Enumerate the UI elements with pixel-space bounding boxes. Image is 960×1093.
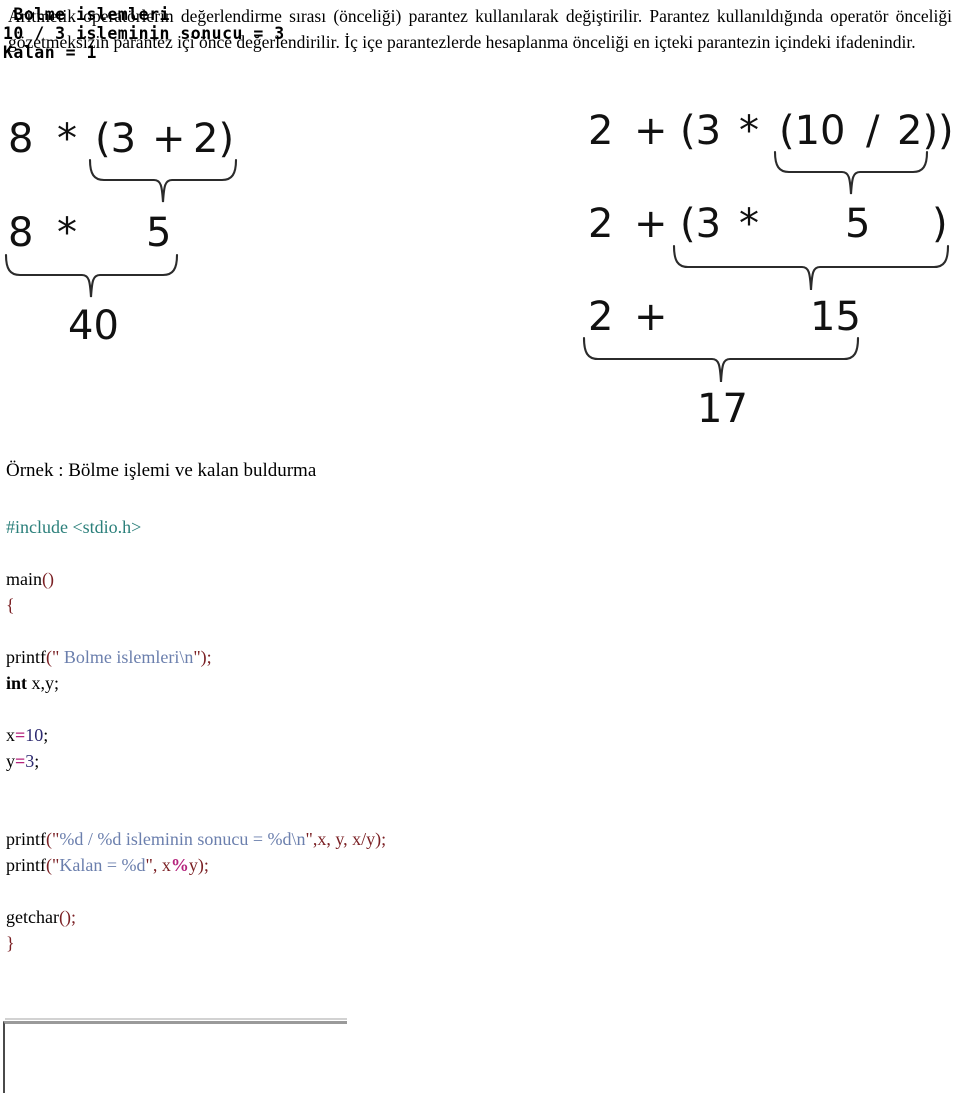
code-line: { — [6, 592, 706, 618]
left-brace-2 — [4, 253, 179, 298]
console-line: Kalan = 1 — [3, 43, 97, 62]
left-r1-t1: * — [57, 116, 77, 162]
right-brace-1 — [773, 150, 929, 195]
code-token: Bolme islemleri\n — [59, 647, 194, 667]
left-r2-t1: * — [57, 210, 77, 256]
left-r1-t0: 8 — [8, 116, 34, 162]
right-r2-t3: * — [739, 201, 759, 247]
left-r1-t3: + — [152, 116, 186, 162]
code-token: 10 — [25, 725, 44, 745]
code-line: getchar(); — [6, 904, 706, 930]
right-r2-t5: ) — [932, 201, 948, 247]
code-line: #include <stdio.h> — [6, 514, 706, 540]
code-token: } — [6, 933, 15, 953]
right-r2-t2: (3 — [680, 201, 722, 247]
code-token: ", x — [145, 855, 171, 875]
code-line: printf("%d / %d isleminin sonucu = %d\n"… — [6, 826, 706, 852]
code-token: (" — [46, 647, 60, 667]
code-token: int — [6, 673, 28, 693]
code-token: (" — [46, 829, 60, 849]
code-line: x=10; — [6, 722, 706, 748]
left-r1-t4: 2) — [193, 116, 235, 162]
code-token: #include <stdio.h> — [6, 517, 142, 537]
right-r2-t0: 2 — [588, 201, 614, 247]
code-token: x,y; — [27, 673, 60, 693]
code-token: % — [170, 855, 189, 875]
right-r1-t0: 2 — [588, 108, 614, 154]
code-token: { — [6, 595, 15, 615]
left-r2-t2: 5 — [146, 210, 172, 256]
code-token: ; — [43, 725, 49, 745]
code-token: = — [15, 751, 26, 771]
code-line: int x,y; — [6, 670, 706, 696]
right-r1-t2: (3 — [680, 108, 722, 154]
code-line: } — [6, 930, 706, 956]
code-token: (" — [46, 855, 60, 875]
code-token: "); — [193, 647, 212, 667]
code-token: ; — [34, 751, 40, 771]
right-r1-t4: (10 — [779, 108, 846, 154]
code-line: printf(" Bolme islemleri\n"); — [6, 644, 706, 670]
c-source-code-block: #include <stdio.h> main(){ printf(" Bolm… — [6, 514, 706, 956]
code-token: ",x, y, x/y); — [305, 829, 387, 849]
right-brace-3 — [582, 336, 860, 383]
code-token: = — [15, 725, 26, 745]
console-line: Bolme islemleri — [3, 5, 170, 24]
right-r2-t1: + — [634, 201, 668, 247]
console-output-text: Bolme islemleri 10 / 3 isleminin sonucu =… — [3, 5, 643, 62]
left-r1-t2: (3 — [95, 116, 137, 162]
left-brace-1 — [88, 158, 238, 203]
right-r1-t1: + — [634, 108, 668, 154]
code-token: printf — [6, 647, 46, 667]
right-r1-t3: * — [739, 108, 759, 154]
left-r2-t0: 8 — [8, 210, 34, 256]
code-line: y=3; — [6, 748, 706, 774]
right-r2-t4: 5 — [845, 201, 871, 247]
left-r3-t0: 40 — [68, 303, 119, 349]
code-token: y — [6, 751, 15, 771]
right-r3-t2: 15 — [810, 294, 861, 340]
code-token: (); — [58, 907, 76, 927]
code-line: printf("Kalan = %d", x%y); — [6, 852, 706, 878]
right-r1-t5: / — [866, 108, 880, 154]
code-token: 3 — [25, 751, 35, 771]
right-r1-t6: 2)) — [897, 108, 954, 154]
code-token: getchar — [6, 907, 59, 927]
code-token: main — [6, 569, 42, 589]
code-token: x — [6, 725, 15, 745]
console-line: 10 / 3 isleminin sonucu = 3 — [3, 24, 285, 43]
right-r3-t1: + — [634, 294, 668, 340]
operator-precedence-diagrams: 8 * (3 + 2) 8 * 5 40 2 + (3 * (10 / 2)) — [0, 98, 960, 448]
code-token: y); — [188, 855, 209, 875]
code-token: printf — [6, 855, 46, 875]
right-brace-2 — [672, 244, 950, 291]
console-output-window — [3, 1018, 347, 1093]
code-token: () — [42, 569, 54, 589]
code-token: Kalan = %d — [59, 855, 146, 875]
example-heading: Örnek : Bölme işlemi ve kalan buldurma — [6, 460, 317, 481]
right-r3-t0: 2 — [588, 294, 614, 340]
code-token: printf — [6, 829, 46, 849]
right-r4-t0: 17 — [697, 386, 748, 432]
code-line: main() — [6, 566, 706, 592]
code-token: %d / %d isleminin sonucu = %d\n — [59, 829, 306, 849]
